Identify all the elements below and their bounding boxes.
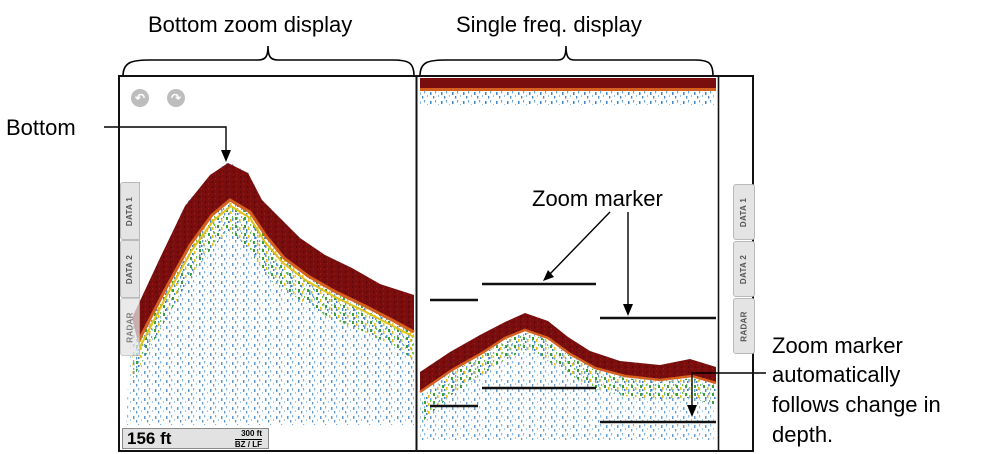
label-bottom: Bottom xyxy=(6,115,76,140)
redo-arrow-icon: ↷ xyxy=(170,91,182,105)
tab-radar-right[interactable]: RADAR xyxy=(733,298,755,354)
range-value: 300 ft xyxy=(241,429,262,438)
display-mode: BZ / LF xyxy=(234,439,262,449)
label-single-freq-display: Single freq. display xyxy=(456,12,642,37)
label-follows-1: Zoom marker xyxy=(772,333,903,358)
depth-value: 156 ft xyxy=(127,429,172,448)
tab-radar-left[interactable]: RADAR xyxy=(120,298,140,356)
label-follows-2: automatically xyxy=(772,362,901,387)
undo-arrow-icon: ↶ xyxy=(134,91,146,105)
tab-data2-left[interactable]: DATA 2 xyxy=(120,240,140,298)
label-follows-4: depth. xyxy=(772,422,834,447)
sounder-screen-frame xyxy=(118,75,754,452)
tab-data2-right[interactable]: DATA 2 xyxy=(733,241,755,297)
back-button[interactable]: ↶ xyxy=(131,89,149,107)
tab-data1-right[interactable]: DATA 1 xyxy=(733,184,755,240)
bracket-bottom-zoom xyxy=(122,45,415,77)
forward-button[interactable]: ↷ xyxy=(167,89,185,107)
depth-readout: 156 ft 300 ft BZ / LF xyxy=(122,428,269,449)
label-zoom-marker: Zoom marker xyxy=(532,186,663,211)
tab-data1-left[interactable]: DATA 1 xyxy=(120,182,140,240)
label-bottom-zoom-display: Bottom zoom display xyxy=(148,12,353,37)
bracket-single-freq xyxy=(419,45,714,77)
label-follows-3: follows change in xyxy=(772,392,941,417)
